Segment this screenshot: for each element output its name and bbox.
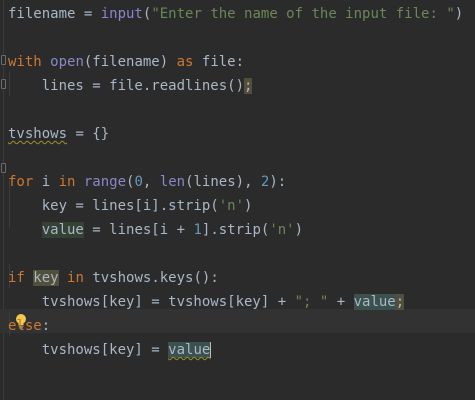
- code-line[interactable]: tvshows[key] = value: [8, 338, 212, 362]
- code-token: 'n': [218, 198, 245, 214]
- code-token: ): [294, 222, 304, 238]
- code-token: in: [67, 270, 93, 286]
- code-token: +: [328, 294, 354, 310]
- code-token: ):: [269, 174, 287, 190]
- code-token: tvshows: [8, 126, 68, 142]
- code-token: :: [41, 318, 51, 334]
- fold-marker-icon[interactable]: [1, 163, 6, 173]
- code-token: tvshows.keys():: [92, 270, 219, 286]
- fold-marker-icon[interactable]: [1, 55, 6, 65]
- text-caret: [210, 342, 212, 358]
- code-token: ): [244, 198, 253, 214]
- code-line[interactable]: key = lines[i].strip('n'): [8, 194, 253, 218]
- code-token: (lines),: [185, 174, 261, 190]
- code-token: tvshows[key] =: [8, 342, 169, 358]
- code-editor[interactable]: filename = input("Enter the name of the …: [0, 0, 475, 400]
- code-token: as: [176, 54, 202, 70]
- code-token: = {}: [67, 126, 110, 142]
- code-token: lines = file.readlines(): [8, 78, 245, 94]
- code-token: i: [41, 174, 59, 190]
- code-token: ;: [244, 78, 253, 94]
- code-token: 1: [193, 222, 202, 238]
- code-token: key = lines[i].strip(: [8, 198, 219, 214]
- code-line[interactable]: value = lines[i + 1].strip('n'): [8, 218, 303, 242]
- code-line[interactable]: for i in range(0, len(lines), 2):: [8, 170, 286, 194]
- code-token: for: [8, 174, 42, 190]
- code-token: tvshows[key] = tvshows[key] +: [8, 294, 295, 310]
- code-token: "Enter the name of the input file: ": [151, 6, 455, 22]
- code-line[interactable]: filename = input("Enter the name of the …: [8, 2, 463, 26]
- code-token: filename =: [8, 6, 101, 22]
- code-token: (filename): [83, 54, 177, 70]
- code-token: file:: [201, 54, 245, 70]
- code-line[interactable]: else:: [8, 314, 50, 338]
- code-token: ;: [395, 294, 405, 310]
- code-token: value: [41, 222, 84, 238]
- code-token: 'n': [269, 222, 295, 238]
- code-line[interactable]: with open(filename) as file:: [8, 50, 244, 74]
- code-line[interactable]: if key in tvshows.keys():: [8, 266, 219, 290]
- code-token: input: [100, 6, 143, 22]
- code-token: "; ": [294, 294, 329, 310]
- code-token: value: [353, 294, 396, 310]
- code-token: ].strip(: [201, 222, 270, 238]
- code-token: ,: [142, 174, 160, 190]
- code-token: ): [454, 6, 464, 22]
- code-token: value: [168, 342, 211, 358]
- fold-marker-icon[interactable]: [1, 79, 6, 89]
- code-line[interactable]: tvshows[key] = tvshows[key] + "; " + val…: [8, 290, 405, 314]
- code-token: in: [58, 174, 84, 190]
- code-line[interactable]: tvshows = {}: [8, 122, 109, 146]
- code-token: = lines[i +: [83, 222, 194, 238]
- code-token: 0: [134, 174, 143, 190]
- code-token: key: [33, 270, 59, 286]
- code-token: if: [8, 270, 34, 286]
- code-token: else: [8, 318, 42, 334]
- code-line[interactable]: lines = file.readlines();: [8, 74, 253, 98]
- code-token: open: [50, 54, 84, 70]
- code-token: range: [83, 174, 127, 190]
- code-token: len: [159, 174, 186, 190]
- code-token: with: [8, 54, 51, 70]
